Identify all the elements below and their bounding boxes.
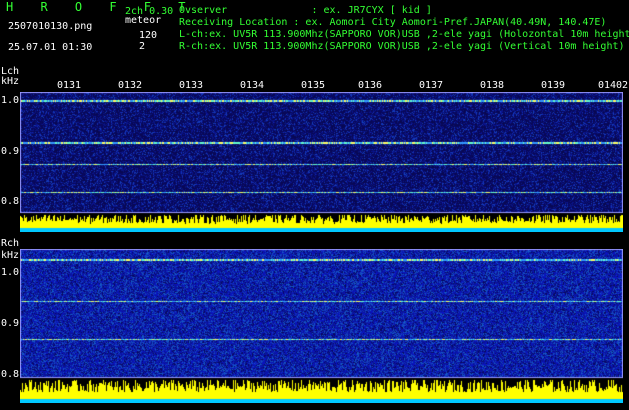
lch-ytick-2: 0.9: [1, 146, 20, 157]
rch-spectrogram: [20, 249, 623, 403]
time-label-0132: 0132: [118, 80, 143, 91]
mode-label: meteor: [125, 15, 162, 26]
count-primary: 120: [139, 30, 158, 41]
time-label-0133: 0133: [179, 80, 204, 91]
filename: 2507010130.png: [8, 21, 93, 32]
rch-label: Rch: [1, 238, 20, 249]
time-label-0140: 0140: [598, 80, 623, 91]
lch-ytick-1: 1.0: [1, 95, 20, 106]
time-label-0137: 0137: [419, 80, 444, 91]
location-info: Receiving Location : ex. Aomori City Aom…: [179, 17, 607, 28]
lch-unit: kHz: [1, 76, 20, 87]
rch-unit: kHz: [1, 250, 20, 261]
count-secondary: 2: [139, 41, 146, 52]
time-label-0134: 0134: [240, 80, 265, 91]
lch-spectrogram: [20, 92, 623, 232]
lch-ytick-3: 0.8: [1, 196, 20, 207]
rch-ytick-3: 0.8: [1, 369, 20, 380]
rch-ytick-1: 1.0: [1, 267, 20, 278]
time-label-0135: 0135: [301, 80, 326, 91]
time-label-edge: 2: [622, 80, 629, 91]
time-label-0138: 0138: [480, 80, 505, 91]
observer-info: Ovserver : ex. JR7CYX [ kid ]: [179, 5, 432, 16]
datetime: 25.07.01 01:30: [8, 42, 93, 53]
time-label-0131: 0131: [57, 80, 82, 91]
rch-ytick-2: 0.9: [1, 318, 20, 329]
time-label-0136: 0136: [358, 80, 383, 91]
lch-info: L-ch:ex. UV5R 113.900Mhz(SAPPORO VOR)USB…: [179, 29, 629, 40]
rch-info: R-ch:ex. UV5R 113.900Mhz(SAPPORO VOR)USB…: [179, 41, 625, 52]
header: H R O F F T 2ch 0.30 2507010130.png mete…: [0, 0, 629, 64]
time-label-0139: 0139: [541, 80, 566, 91]
